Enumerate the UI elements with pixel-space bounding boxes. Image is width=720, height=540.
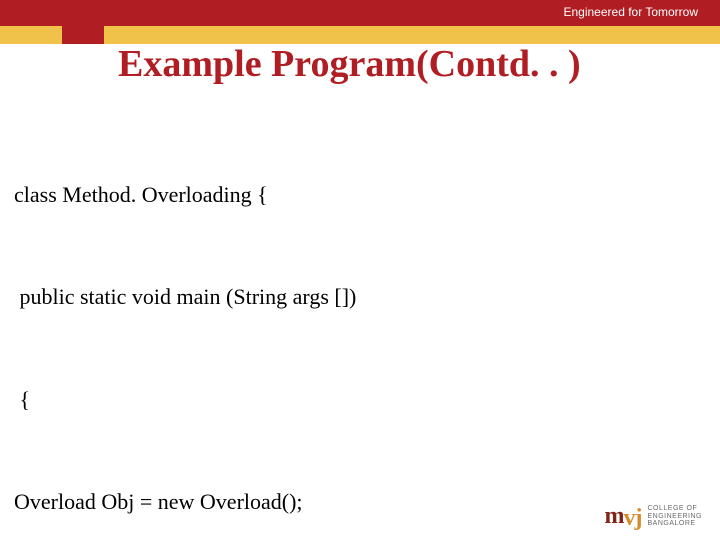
code-block: class Method. Overloading { public stati… (14, 110, 696, 540)
header-tagline: Engineered for Tomorrow (563, 5, 698, 19)
code-line: public static void main (String args []) (14, 280, 696, 314)
logo-main-letter: m (604, 503, 623, 529)
code-line: class Method. Overloading { (14, 178, 696, 212)
slide: Engineered for Tomorrow Example Program(… (0, 0, 720, 540)
logo-line: BANGALORE (647, 520, 702, 527)
logo-accent-letters: vj (623, 505, 641, 532)
footer-logo: mvj COLLEGE OF ENGINEERING BANGALORE (604, 503, 702, 530)
code-line: { (14, 383, 696, 417)
logo-line: COLLEGE OF (647, 505, 702, 512)
slide-title: Example Program(Contd. . ) (118, 42, 581, 86)
logo-mark: mvj (604, 503, 641, 530)
logo-subtext: COLLEGE OF ENGINEERING BANGALORE (647, 505, 702, 527)
code-line: Overload Obj = new Overload(); (14, 485, 696, 519)
title-corner-box (62, 0, 104, 44)
logo-line: ENGINEERING (647, 513, 702, 520)
